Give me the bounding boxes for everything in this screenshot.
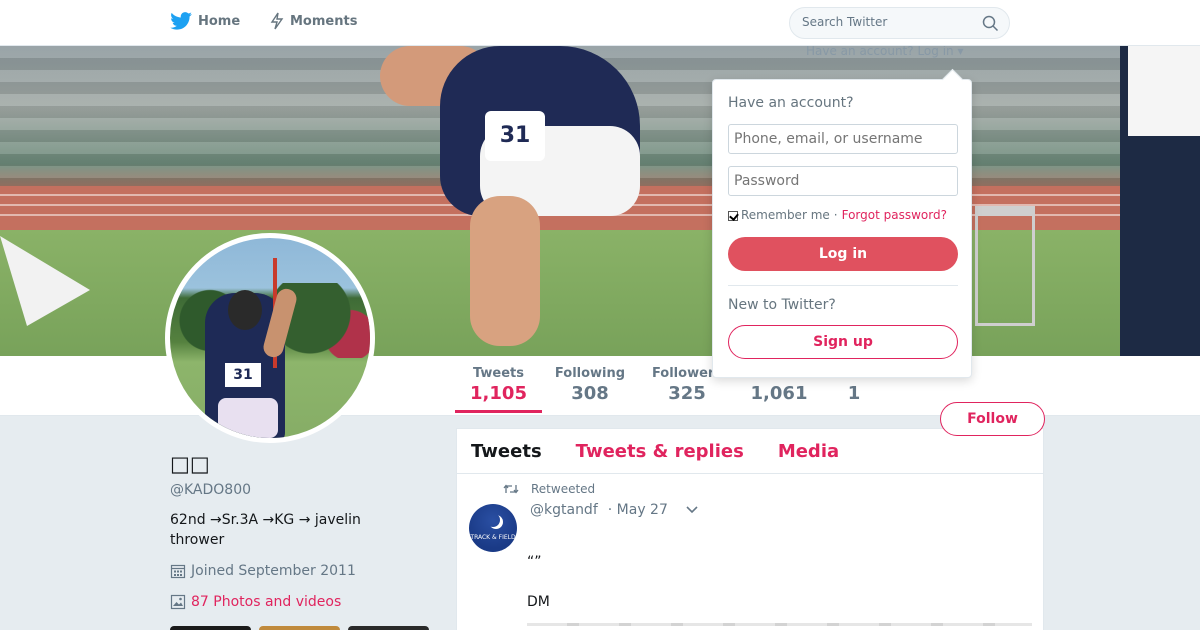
remember-label[interactable]: Remember me: [741, 208, 830, 222]
signup-button[interactable]: Sign up: [728, 325, 958, 359]
search-icon[interactable]: [982, 15, 999, 35]
retweet-icon: [503, 483, 519, 495]
stat-following-label: Following: [554, 366, 626, 381]
search-input[interactable]: Search Twitter: [789, 7, 1010, 39]
profile-name[interactable]: □□: [170, 452, 440, 480]
tab-tweets-replies[interactable]: Tweets & replies: [576, 441, 744, 462]
profile-joined: Joined September 2011: [170, 563, 440, 579]
stat-tweets[interactable]: Tweets 1,105: [455, 366, 542, 413]
tweet-text-line: “”: [527, 554, 542, 570]
retweet-label: Retweeted: [531, 482, 596, 496]
follow-button[interactable]: Follow: [940, 402, 1045, 436]
password-field[interactable]: [728, 166, 958, 196]
photo-thumbnail[interactable]: [170, 626, 251, 630]
stat-tweets-value: 1,105: [470, 383, 527, 404]
nav-home[interactable]: Home: [170, 12, 240, 30]
calendar-icon: [170, 563, 186, 579]
tweet-header: @kgtandf · May 27: [530, 502, 698, 518]
photo-thumbnails: [170, 626, 429, 630]
login-button[interactable]: Log in: [728, 237, 958, 271]
retweet-context: Retweeted: [503, 482, 595, 496]
stat-tweets-label: Tweets: [472, 366, 525, 381]
stat-followers-value: 325: [668, 383, 706, 404]
tweet[interactable]: Retweeted TRACK & FIELD @kgtandf · May 2…: [457, 474, 1043, 630]
forgot-password-link[interactable]: Forgot password?: [842, 208, 947, 222]
chevron-down-icon[interactable]: [686, 506, 698, 514]
tweet-media-preview: [527, 623, 1032, 626]
stat-lists-value: 1: [847, 383, 861, 404]
nav-moments-label: Moments: [290, 13, 358, 29]
login-title: Have an account?: [728, 95, 854, 111]
twitter-bird-icon: [170, 12, 192, 30]
tweet-text-line: DM: [527, 594, 550, 610]
tab-media[interactable]: Media: [778, 441, 839, 462]
tab-tweets[interactable]: Tweets: [471, 441, 542, 462]
stat-following-value: 308: [571, 383, 609, 404]
profile-handle[interactable]: @KADO800: [170, 482, 440, 498]
photo-icon: [170, 594, 186, 610]
tweet-handle[interactable]: @kgtandf: [530, 502, 598, 518]
photo-thumbnail[interactable]: [348, 626, 429, 630]
lightning-icon: [270, 12, 284, 30]
banner-bib: 31: [485, 111, 545, 161]
stat-likes-value: 1,061: [750, 383, 808, 404]
nav-home-label: Home: [198, 13, 241, 29]
divider: [728, 285, 958, 286]
login-dropdown: Have an account? Remember me · Forgot pa…: [712, 79, 972, 378]
photos-link[interactable]: 87 Photos and videos: [170, 594, 440, 610]
photos-link-text: 87 Photos and videos: [191, 594, 342, 610]
new-to-twitter-label: New to Twitter?: [728, 297, 836, 313]
username-field[interactable]: [728, 124, 958, 154]
tweet-avatar[interactable]: TRACK & FIELD: [469, 504, 517, 552]
profile-bio: 62nd →Sr.3A →KG → javelin thrower: [170, 512, 361, 548]
stat-following[interactable]: Following 308: [550, 366, 630, 404]
search-placeholder: Search Twitter: [802, 15, 888, 29]
profile-joined-text: Joined September 2011: [191, 563, 356, 579]
avatar[interactable]: 31: [165, 233, 375, 443]
profile-card: □□ @KADO800 62nd →Sr.3A →KG → javelin th…: [170, 452, 440, 610]
timeline: Tweets Tweets & replies Media Retweeted …: [456, 428, 1044, 630]
tweet-avatar-text: TRACK & FIELD: [470, 534, 516, 541]
top-navigation: Home Moments Search Twitter: [0, 0, 1200, 46]
login-hint[interactable]: Have an account? Log in ▾: [806, 44, 963, 58]
nav-moments[interactable]: Moments: [270, 12, 357, 30]
remember-row: Remember me · Forgot password?: [728, 208, 947, 222]
avatar-bib: 31: [225, 363, 261, 387]
remember-checkbox[interactable]: [728, 211, 738, 221]
photo-thumbnail[interactable]: [259, 626, 340, 630]
separator: ·: [833, 208, 838, 222]
tweet-time[interactable]: · May 27: [608, 502, 668, 518]
